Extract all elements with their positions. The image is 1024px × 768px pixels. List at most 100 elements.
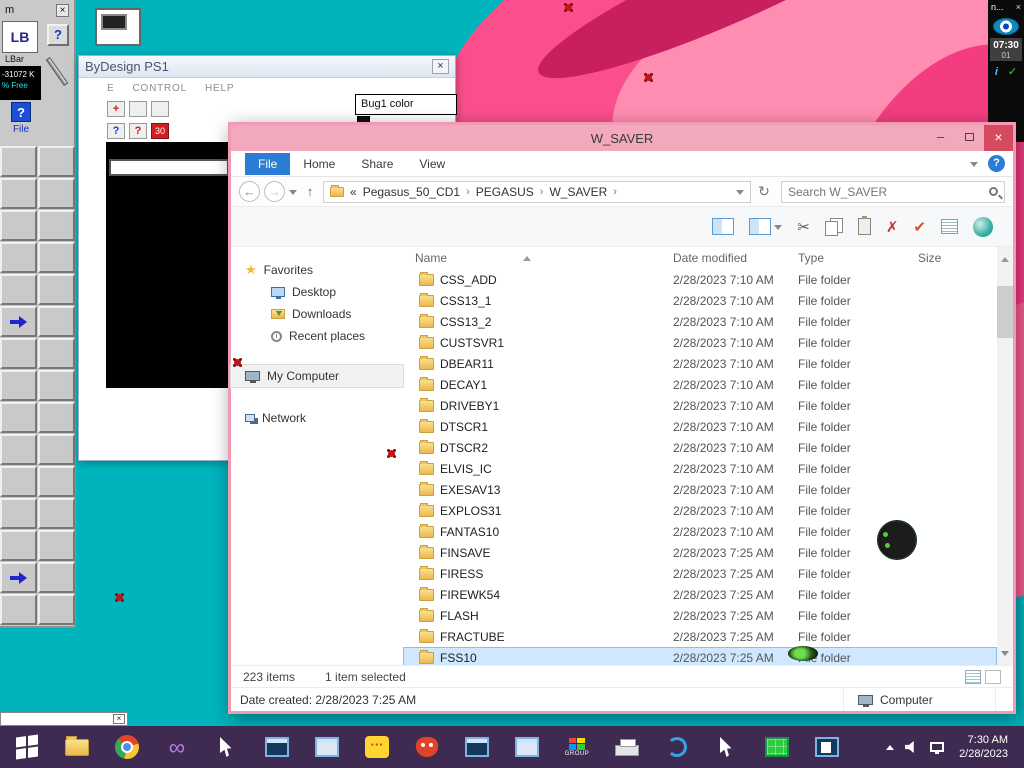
file-tool-button[interactable]: ? File xyxy=(2,102,40,144)
tool-button[interactable] xyxy=(0,530,37,561)
tool-button[interactable] xyxy=(38,370,75,401)
globe-icon[interactable] xyxy=(973,216,993,237)
warning-tool-icon[interactable]: ? xyxy=(129,123,147,139)
tab-share[interactable]: Share xyxy=(348,153,406,175)
cut-icon[interactable]: ✂ xyxy=(797,218,810,236)
canvas-input-box[interactable] xyxy=(109,159,229,176)
table-row[interactable]: FSS10 2/28/2023 7:25 AM File folder xyxy=(403,647,997,665)
check-icon[interactable]: ✓ xyxy=(1008,65,1017,78)
bydesign-titlebar[interactable]: ByDesign PS1 × xyxy=(79,56,455,78)
volume-icon[interactable] xyxy=(905,741,914,753)
table-row[interactable]: FRACTUBE 2/28/2023 7:25 AM File folder xyxy=(403,626,997,647)
taskbar-app-window-4[interactable] xyxy=(510,730,544,764)
table-row[interactable]: DTSCR2 2/28/2023 7:10 AM File folder xyxy=(403,437,997,458)
taskbar-spinner-app[interactable] xyxy=(660,730,694,764)
tool-button[interactable] xyxy=(38,498,75,529)
tool-button[interactable] xyxy=(0,242,37,273)
sidebar-item-downloads[interactable]: Downloads xyxy=(231,303,403,325)
table-row[interactable]: FIREWK54 2/28/2023 7:25 AM File folder xyxy=(403,584,997,605)
sidebar-item-favorites[interactable]: ★ Favorites xyxy=(231,259,403,281)
confirm-icon[interactable]: ✔ xyxy=(913,218,926,236)
table-row[interactable]: EXPLOS31 2/28/2023 7:10 AM File folder xyxy=(403,500,997,521)
help-button[interactable]: ? xyxy=(47,24,69,46)
taskbar-app-window-2[interactable] xyxy=(310,730,344,764)
table-row[interactable]: CUSTSVR1 2/28/2023 7:10 AM File folder xyxy=(403,332,997,353)
table-row[interactable]: DRIVEBY1 2/28/2023 7:10 AM File folder xyxy=(403,395,997,416)
table-row[interactable]: CSS13_2 2/28/2023 7:10 AM File folder xyxy=(403,311,997,332)
tool-button[interactable] xyxy=(38,466,75,497)
taskbar-pointer-app[interactable] xyxy=(210,730,244,764)
tool-button[interactable] xyxy=(38,562,75,593)
vertical-scrollbar[interactable] xyxy=(997,247,1013,665)
taskbar-pointer-app-2[interactable] xyxy=(710,730,744,764)
scrollbar-thumb[interactable] xyxy=(997,286,1013,338)
taskbar-visual-studio[interactable]: ∞ xyxy=(160,730,194,764)
paste-icon[interactable] xyxy=(857,216,871,235)
scroll-up-icon[interactable] xyxy=(1001,253,1009,262)
menu-item-file[interactable]: E xyxy=(107,83,114,94)
start-button[interactable] xyxy=(10,730,44,764)
menu-item-control[interactable]: CONTROL xyxy=(132,83,187,94)
bug1-color-popup[interactable]: Bug1 color xyxy=(355,94,457,115)
tool-button[interactable] xyxy=(38,402,75,433)
tool-button[interactable] xyxy=(0,594,37,625)
tool-button[interactable] xyxy=(38,530,75,561)
taskbar-clock[interactable]: 7:30 AM 2/28/2023 xyxy=(959,733,1008,762)
close-icon[interactable]: × xyxy=(56,3,69,17)
hidden-icons-button[interactable] xyxy=(886,741,895,750)
taskbar-printer[interactable] xyxy=(610,730,644,764)
tool-icon[interactable] xyxy=(151,101,169,117)
table-row[interactable]: DBEAR11 2/28/2023 7:10 AM File folder xyxy=(403,353,997,374)
minimize-button[interactable]: – xyxy=(926,125,955,151)
ribbon-collapse-icon[interactable] xyxy=(970,161,978,171)
tool-button[interactable] xyxy=(0,338,37,369)
search-input[interactable] xyxy=(788,184,989,199)
tool-button[interactable] xyxy=(0,562,37,593)
table-row[interactable]: CSS_ADD 2/28/2023 7:10 AM File folder xyxy=(403,269,997,290)
column-header-type[interactable]: Type xyxy=(798,251,918,265)
sidebar-item-desktop[interactable]: Desktop xyxy=(231,281,403,303)
sidebar-item-recent-places[interactable]: Recent places xyxy=(231,325,403,347)
tool-button[interactable] xyxy=(0,370,37,401)
help-tool-icon[interactable]: ? xyxy=(107,123,125,139)
tool-button[interactable] xyxy=(0,146,37,177)
tool-button[interactable] xyxy=(38,274,75,305)
column-header-date-modified[interactable]: Date modified xyxy=(673,251,798,265)
tool-button[interactable] xyxy=(0,434,37,465)
new-item-icon[interactable] xyxy=(941,219,958,234)
table-row[interactable]: CSS13_1 2/28/2023 7:10 AM File folder xyxy=(403,290,997,311)
address-bar[interactable]: « Pegasus_50_CD1 › PEGASUS › W_SAVER › xyxy=(323,180,751,203)
tool-button[interactable] xyxy=(38,242,75,273)
table-row[interactable]: FLASH 2/28/2023 7:25 AM File folder xyxy=(403,605,997,626)
close-icon[interactable]: × xyxy=(432,59,449,74)
taskbar-app-window-5[interactable] xyxy=(810,730,844,764)
knife-tool-icon[interactable] xyxy=(44,52,72,94)
tab-view[interactable]: View xyxy=(406,153,458,175)
close-icon[interactable]: × xyxy=(1016,2,1021,12)
back-button[interactable]: ← xyxy=(239,181,260,202)
tool-button[interactable] xyxy=(0,306,37,337)
table-row[interactable]: DECAY1 2/28/2023 7:10 AM File folder xyxy=(403,374,997,395)
tool-button[interactable] xyxy=(38,306,75,337)
minimized-window[interactable] xyxy=(95,8,141,46)
address-dropdown-icon[interactable] xyxy=(736,189,744,199)
preview-pane-icon[interactable] xyxy=(712,218,735,235)
tab-home[interactable]: Home xyxy=(290,153,348,175)
tool-button[interactable] xyxy=(0,466,37,497)
table-row[interactable]: DTSCR1 2/28/2023 7:10 AM File folder xyxy=(403,416,997,437)
tool-button[interactable] xyxy=(38,594,75,625)
breadcrumb-item[interactable]: W_SAVER xyxy=(549,185,607,199)
column-header-name[interactable]: Name xyxy=(403,251,673,265)
tool-button[interactable] xyxy=(38,434,75,465)
taskbar-dots-app[interactable]: ··· xyxy=(360,730,394,764)
delete-icon[interactable]: ✗ xyxy=(886,218,899,236)
table-row[interactable]: FIRESS 2/28/2023 7:25 AM File folder xyxy=(403,563,997,584)
explorer-titlebar[interactable]: W_SAVER – × xyxy=(231,125,1013,151)
taskbar-app-window-3[interactable] xyxy=(460,730,494,764)
sidebar-item-my-computer[interactable]: My Computer xyxy=(230,364,404,388)
tool-icon[interactable] xyxy=(129,101,147,117)
details-pane-button[interactable] xyxy=(749,218,783,235)
table-row[interactable]: ELVIS_IC 2/28/2023 7:10 AM File folder xyxy=(403,458,997,479)
lbar-titlebar[interactable]: m × xyxy=(0,0,74,20)
thumbnail-view-icon[interactable] xyxy=(985,669,1001,684)
